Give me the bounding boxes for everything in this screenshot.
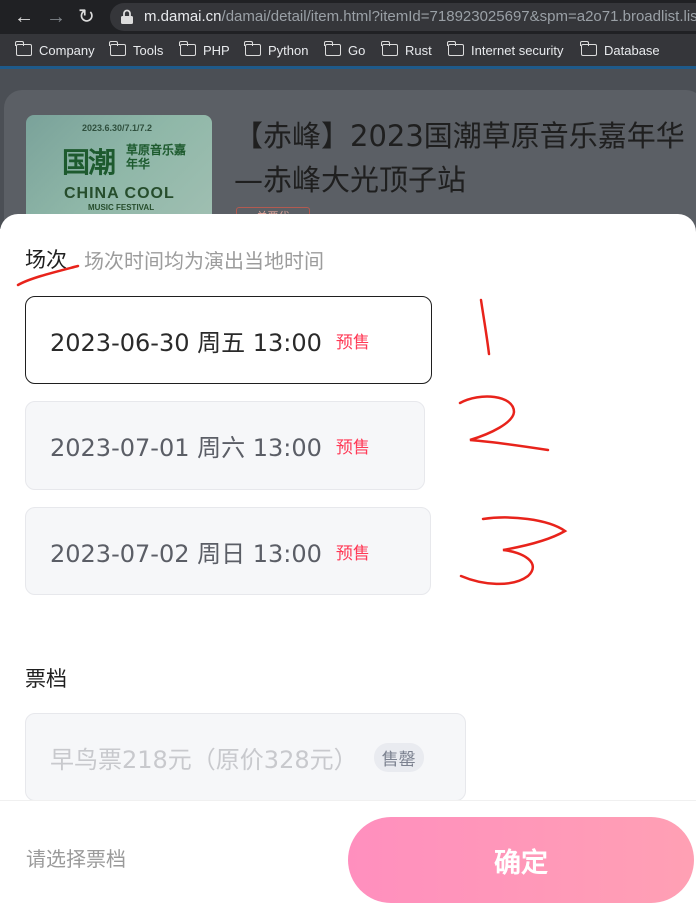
folder-icon (179, 41, 196, 56)
folder-icon (324, 41, 341, 56)
bookmark-label: Python (268, 42, 309, 58)
bookmark-label: Go (348, 42, 366, 58)
folder-icon (109, 41, 126, 56)
poster-subtitle-cn: 草原音乐嘉年华 (126, 143, 187, 171)
poster-festival-en: MUSIC FESTIVAL (88, 203, 155, 212)
bookmark-label: Tools (133, 42, 164, 58)
folder-icon (244, 41, 261, 56)
reload-icon[interactable]: ↻ (78, 7, 95, 27)
bookmark-tools[interactable]: Tools (109, 41, 164, 59)
forward-arrow-icon[interactable]: → (46, 7, 66, 27)
session-option-0702[interactable]: 2023-07-02 周日 13:00 预售 (25, 507, 431, 595)
session-section-title: 场次 (25, 248, 67, 272)
poster-title-en: CHINA COOL (64, 185, 175, 202)
session-option-0701[interactable]: 2023-07-01 周六 13:00 预售 (25, 401, 425, 490)
sheet-footer: 请选择票档 确定 (0, 800, 696, 913)
select-tier-hint: 请选择票档 (26, 847, 126, 871)
lock-icon (121, 9, 133, 24)
session-option-text: 2023-07-02 周日 13:00 (50, 539, 322, 568)
bookmark-company[interactable]: Company (15, 41, 95, 59)
bookmark-label: Rust (405, 42, 432, 58)
bookmark-label: Company (39, 42, 95, 58)
presale-badge: 预售 (335, 438, 370, 458)
presale-badge: 预售 (335, 332, 370, 353)
bookmark-python[interactable]: Python (244, 41, 309, 59)
tier-option-text: 早鸟票218元（原价328元） (50, 745, 358, 774)
folder-icon (580, 41, 597, 56)
url-host: m.damai.cn (144, 8, 222, 25)
bookmark-go[interactable]: Go (324, 41, 366, 59)
folder-icon (381, 41, 398, 56)
bookmark-label: Internet security (471, 42, 564, 58)
bookmark-rust[interactable]: Rust (381, 41, 432, 59)
confirm-button[interactable]: 确定 (348, 817, 694, 903)
url-text: m.damai.cn/damai/detail/item.html?itemId… (144, 8, 696, 25)
session-option-text: 2023-06-30 周五 13:00 (50, 328, 322, 357)
bookmark-label: Database (604, 42, 660, 58)
bookmarks-bar: Company Tools PHP Python Go Rust Interne… (0, 34, 696, 66)
folder-icon (447, 41, 464, 56)
presale-badge: 预售 (335, 543, 370, 564)
session-option-text: 2023-07-01 周六 13:00 (50, 434, 322, 462)
tier-section-title: 票档 (25, 667, 67, 691)
bookmark-internet-security[interactable]: Internet security (447, 41, 564, 59)
folder-icon (15, 41, 32, 56)
tier-option-early-bird[interactable]: 早鸟票218元（原价328元） 售罄 (25, 713, 466, 801)
poster-title-cn: 国潮 (62, 146, 116, 179)
bookmark-php[interactable]: PHP (179, 41, 230, 59)
session-section-hint: 场次时间均为演出当地时间 (84, 249, 324, 273)
poster-date: 2023.6.30/7.1/7.2 (82, 123, 153, 133)
address-bar[interactable]: m.damai.cn/damai/detail/item.html?itemId… (110, 3, 696, 31)
url-path: /damai/detail/item.html?itemId=718923025… (221, 8, 696, 25)
session-option-0630[interactable]: 2023-06-30 周五 13:00 预售 (25, 296, 432, 384)
browser-toolbar: ← → ↻ m.damai.cn/damai/detail/item.html?… (0, 0, 696, 34)
back-arrow-icon[interactable]: ← (14, 7, 34, 27)
bookmark-label: PHP (203, 42, 230, 58)
soldout-badge: 售罄 (373, 742, 424, 772)
product-title: 【赤峰】2023国潮草原音乐嘉年华—赤峰大光顶子站 (234, 119, 685, 197)
bookmark-database[interactable]: Database (580, 41, 660, 59)
event-poster: 2023.6.30/7.1/7.2 国潮 草原音乐嘉年华 CHINA COOL … (26, 115, 212, 225)
